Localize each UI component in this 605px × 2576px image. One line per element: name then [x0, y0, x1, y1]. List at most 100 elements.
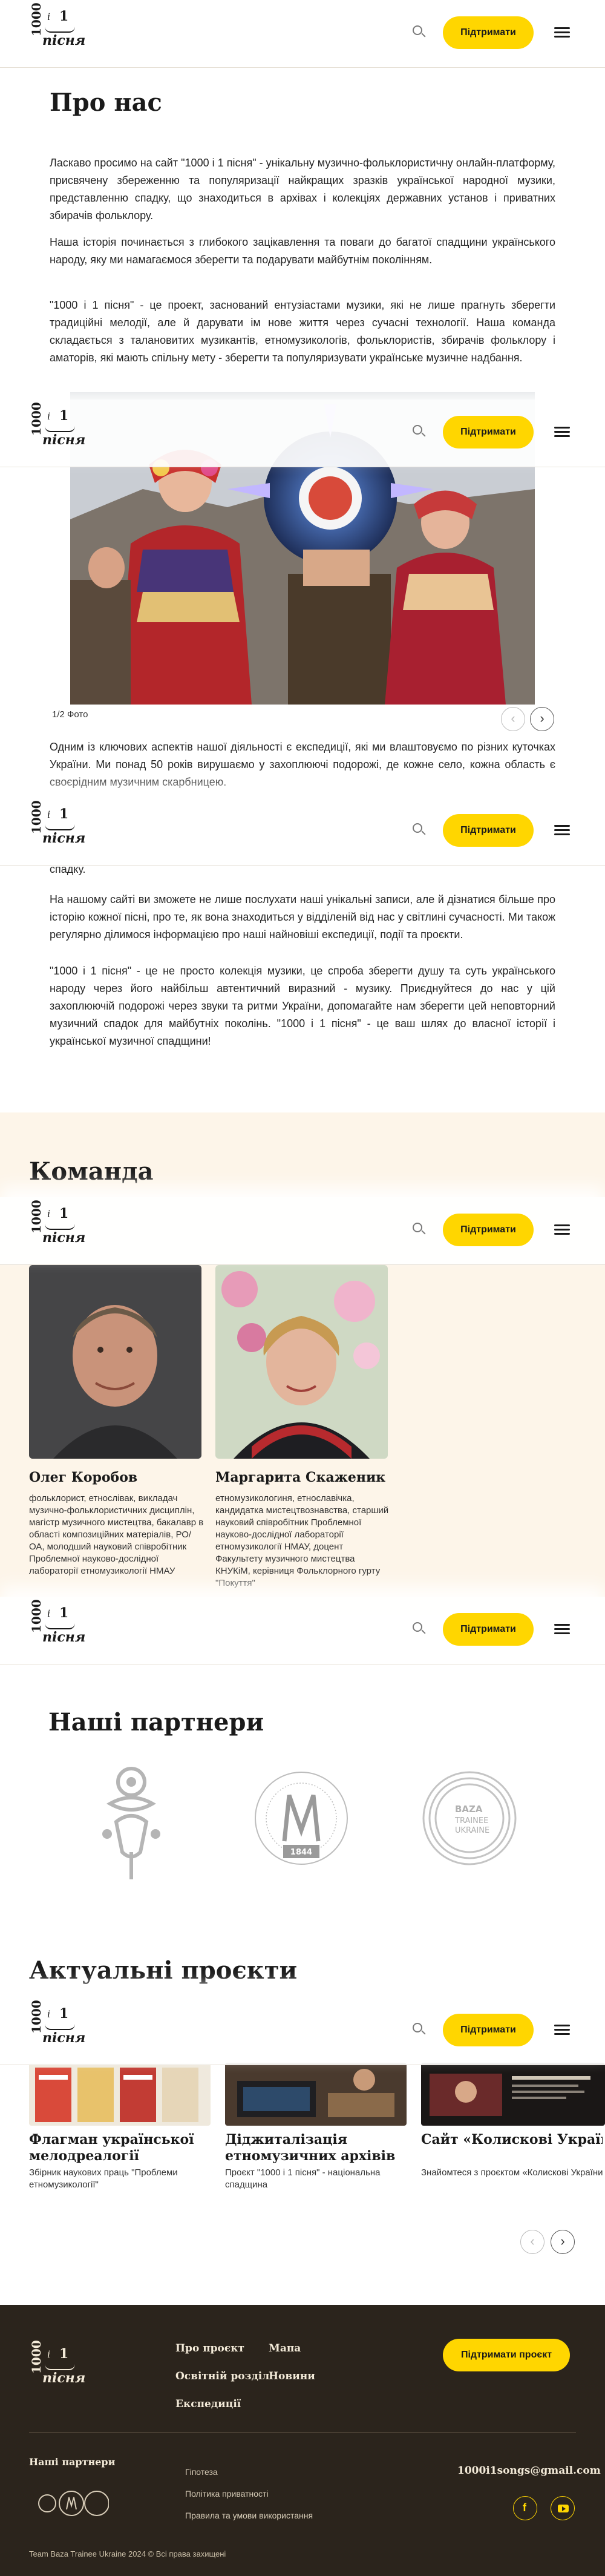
team-title: Команда	[29, 1157, 154, 1186]
menu-icon[interactable]	[554, 25, 570, 39]
footer-link-hypothesis[interactable]: Гіпотеза	[185, 2467, 218, 2477]
team-member-name-1: Олег Коробов	[29, 1470, 138, 1485]
sticky-header-snapshot-2: 1000 і 1 пісня Підтримати	[0, 798, 605, 866]
search-icon[interactable]	[411, 2022, 427, 2037]
menu-icon[interactable]	[554, 425, 570, 438]
footer-divider	[29, 2432, 576, 2433]
project-title-3[interactable]: Сайт «Колискові України»: пісенний гайд …	[421, 2132, 603, 2148]
footer-logo[interactable]: 1000 і 1 пісня	[29, 2340, 85, 2397]
support-button[interactable]: Підтримати	[443, 2014, 534, 2046]
portrait-woman	[215, 1265, 388, 1459]
support-button[interactable]: Підтримати	[443, 416, 534, 448]
project-desc-1: Збірник наукових праць "Проблеми етномуз…	[29, 2167, 178, 2190]
footer-link-news[interactable]: Новини	[269, 2370, 315, 2382]
projects-title: Актуальні проєкти	[29, 1956, 298, 1985]
logo-swirl	[45, 2024, 75, 2030]
site-logo[interactable]: 1000 і 1 пісня	[29, 2, 85, 59]
academy-year: 1844	[290, 1848, 312, 1857]
sticky-header-snapshot-4: 1000 і 1 пісня Підтримати	[0, 1597, 605, 1664]
site-logo[interactable]: 1000 і 1 пісня	[29, 2000, 85, 2057]
project-image-1[interactable]	[29, 2063, 211, 2126]
logo-pisnia: пісня	[42, 33, 86, 48]
ornament-logo-icon	[102, 1767, 160, 1879]
logo-swirl	[45, 824, 75, 830]
projects-next-button[interactable]: ›	[551, 2230, 575, 2254]
about-paragraph-5: На нашому сайті ви зможете не лише послу…	[50, 893, 555, 941]
facebook-icon[interactable]: f	[513, 2496, 537, 2520]
footer-link-terms[interactable]: Правила та умови використання	[185, 2511, 313, 2520]
logo-i: і	[47, 410, 51, 422]
logo-swirl	[45, 27, 75, 33]
footer-link-expeditions[interactable]: Експедиції	[175, 2398, 241, 2410]
photo-prev-button[interactable]: ‹	[501, 707, 525, 731]
photo-next-button[interactable]: ›	[530, 707, 554, 731]
logo-1: 1	[59, 408, 69, 424]
support-button[interactable]: Підтримати	[443, 1214, 534, 1246]
projects-prev-button[interactable]: ‹	[520, 2230, 544, 2254]
team-photo-1	[29, 1265, 201, 1459]
logo-swirl	[45, 1623, 75, 1629]
footer-copyright: Team Baza Trainee Ukraine 2024 © Всі пра…	[29, 2549, 226, 2558]
youtube-icon[interactable]	[551, 2496, 575, 2520]
project-image-2[interactable]	[225, 2063, 407, 2126]
partner-logo-academy[interactable]: 1844	[253, 1770, 350, 1867]
logo-1: 1	[59, 8, 69, 24]
footer-link-education[interactable]: Освітній розділ	[175, 2370, 269, 2382]
search-icon[interactable]	[411, 822, 427, 838]
about-paragraph-3: "1000 і 1 пісня" - це проект, заснований…	[50, 299, 555, 364]
logo-i: і	[47, 1208, 51, 1220]
support-button[interactable]: Підтримати	[443, 1613, 534, 1646]
logo-pisnia: пісня	[42, 2030, 86, 2046]
logo-1000: 1000	[29, 1200, 44, 1234]
site-header: 1000 і 1 пісня Підтримати	[0, 0, 605, 68]
team-photo-2	[215, 1265, 388, 1459]
footer-link-privacy[interactable]: Політика приватності	[185, 2489, 269, 2499]
search-icon[interactable]	[411, 424, 427, 439]
logo-1: 1	[59, 1605, 69, 1621]
search-icon[interactable]	[411, 1221, 427, 1237]
logo-i: і	[47, 2348, 51, 2360]
photo-caption: 1/2 Фото	[52, 709, 88, 720]
site-logo[interactable]: 1000 і 1 пісня	[29, 402, 85, 459]
project-image-3[interactable]	[421, 2063, 605, 2126]
about-paragraph-4: Одним із ключових аспектів нашої діяльно…	[50, 741, 555, 788]
support-button[interactable]: Підтримати	[443, 814, 534, 847]
site-logo[interactable]: 1000 і 1 пісня	[29, 1200, 85, 1257]
logo-1000: 1000	[29, 2340, 44, 2374]
project-title-2[interactable]: Діджиталізація етномузичних архівів	[225, 2132, 413, 2164]
site-logo[interactable]: 1000 і 1 пісня	[29, 800, 85, 857]
menu-icon[interactable]	[554, 1223, 570, 1236]
sticky-header-snapshot-1: 1000 і 1 пісня Підтримати	[0, 399, 605, 467]
menu-icon[interactable]	[554, 823, 570, 836]
baza-text-3: UKRAINE	[455, 1826, 489, 1835]
partner-logo-baza[interactable]: BAZA TRAINEE UKRAINE	[421, 1770, 518, 1867]
search-icon[interactable]	[411, 1621, 427, 1637]
logo-i: і	[47, 11, 51, 22]
logo-1: 1	[59, 1206, 69, 1221]
menu-icon[interactable]	[554, 1622, 570, 1635]
logo-1: 1	[59, 2006, 69, 2022]
footer-link-map[interactable]: Мапа	[269, 2342, 301, 2354]
academy-seal-icon: 1844	[255, 1772, 348, 1865]
footer-partners-label: Наші партнери	[29, 2456, 116, 2468]
footer-partner-logos	[38, 2491, 109, 2516]
logo-pisnia: пісня	[42, 2370, 86, 2386]
partner-logo-institute[interactable]	[98, 1761, 165, 1882]
search-icon[interactable]	[411, 24, 427, 40]
footer-link-about[interactable]: Про проєкт	[175, 2342, 244, 2354]
about-paragraph-6: "1000 і 1 пісня" - це не просто колекція…	[50, 965, 555, 1047]
logo-pisnia: пісня	[42, 1629, 86, 1645]
logo-pisnia: пісня	[42, 830, 86, 846]
support-project-button[interactable]: Підтримати проєкт	[443, 2339, 570, 2371]
project-title-1[interactable]: Флагман української мелодреалогії	[29, 2132, 217, 2164]
site-footer: 1000 і 1 пісня Про проєкт Мапа Освітній …	[0, 2305, 605, 2576]
logo-1000: 1000	[29, 800, 44, 834]
support-button[interactable]: Підтримати	[443, 16, 534, 49]
team-member-name-2: Маргарита Скаженик	[215, 1470, 386, 1485]
project-desc-2: Проєкт "1000 і 1 пісня" - національна сп…	[225, 2167, 381, 2190]
menu-icon[interactable]	[554, 2023, 570, 2036]
site-logo[interactable]: 1000 і 1 пісня	[29, 1599, 85, 1656]
footer-email[interactable]: 1000i1songs@gmail.com	[457, 2465, 601, 2477]
logo-swirl	[45, 426, 75, 432]
about-title: Про нас	[50, 88, 162, 117]
